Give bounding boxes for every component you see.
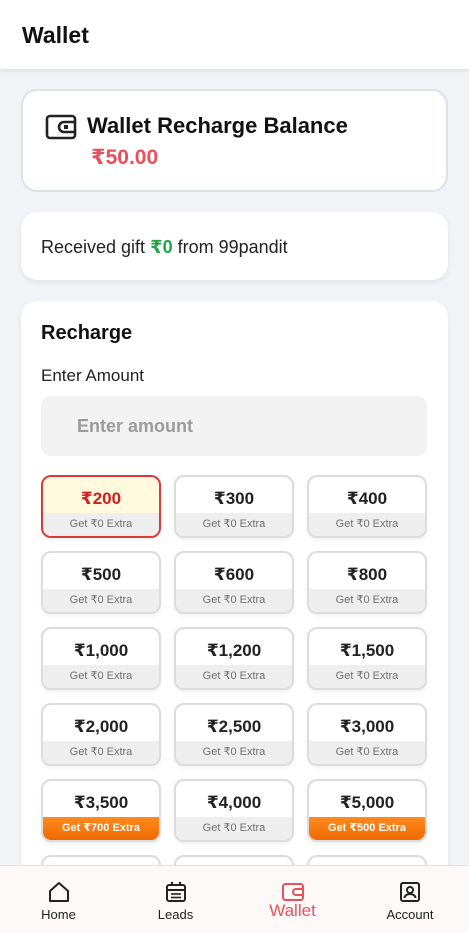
recharge-option-amount: ₹2,000 <box>73 717 129 736</box>
recharge-title: Recharge <box>41 322 133 344</box>
recharge-option-amount: ₹3,000 <box>339 717 395 736</box>
nav-home-label: Home <box>41 907 76 922</box>
recharge-option-extra: Get ₹0 Extra <box>309 589 425 612</box>
recharge-option-amount: ₹3,500 <box>73 793 129 812</box>
recharge-option[interactable]: ₹3,500 Get ₹700 Extra <box>41 779 161 842</box>
recharge-option-extra: Get ₹0 Extra <box>309 665 425 688</box>
recharge-option-amount: ₹600 <box>213 565 255 584</box>
calendar-icon <box>165 882 186 902</box>
recharge-option[interactable]: ₹4,000 Get ₹0 Extra <box>174 779 294 842</box>
recharge-options-grid: ₹200 Get ₹0 Extra ₹300 Get ₹0 Extra ₹400 Ge… <box>41 475 427 918</box>
account-icon <box>400 882 420 902</box>
gift-prefix: Received gift <box>41 237 151 257</box>
recharge-option-amount: ₹500 <box>80 565 122 584</box>
recharge-option[interactable]: ₹1,500 Get ₹0 Extra <box>307 627 427 690</box>
recharge-option-extra: Get ₹0 Extra <box>176 741 292 764</box>
recharge-option-extra: Get ₹0 Extra <box>309 741 425 764</box>
wallet-balance-card: Wallet Recharge Balance ₹50.00 <box>21 89 448 192</box>
gift-value: ₹0 <box>150 237 173 257</box>
recharge-option-extra: Get ₹500 Extra <box>309 817 425 840</box>
recharge-option-amount: ₹1,200 <box>206 641 262 660</box>
recharge-option-amount: ₹1,000 <box>73 641 129 660</box>
amount-input[interactable] <box>41 396 427 456</box>
nav-wallet[interactable]: Wallet <box>234 866 351 933</box>
nav-home[interactable]: Home <box>0 866 117 933</box>
nav-wallet-label: Wallet <box>269 901 316 920</box>
balance-title: Wallet Recharge Balance <box>87 113 348 138</box>
recharge-option[interactable]: ₹800 Get ₹0 Extra <box>307 551 427 614</box>
recharge-option-amount: ₹4,000 <box>206 793 262 812</box>
recharge-option-extra: Get ₹700 Extra <box>43 817 159 840</box>
page-title: Wallet <box>22 22 89 48</box>
recharge-option-amount: ₹5,000 <box>339 793 395 812</box>
app-header: Wallet <box>0 0 469 70</box>
recharge-option[interactable]: ₹1,000 Get ₹0 Extra <box>41 627 161 690</box>
recharge-option[interactable]: ₹5,000 Get ₹500 Extra <box>307 779 427 842</box>
home-icon <box>48 882 69 902</box>
recharge-option-amount: ₹1,500 <box>339 641 395 660</box>
recharge-option-amount: ₹2,500 <box>206 717 262 736</box>
nav-account-label: Account <box>386 907 434 922</box>
recharge-option-amount: ₹200 <box>80 489 122 508</box>
recharge-option-extra: Get ₹0 Extra <box>309 513 425 536</box>
recharge-option[interactable]: ₹1,200 Get ₹0 Extra <box>174 627 294 690</box>
recharge-option[interactable]: ₹400 Get ₹0 Extra <box>307 475 427 538</box>
gift-text: Received gift ₹0 from 99pandit <box>41 237 288 258</box>
recharge-option-amount: ₹400 <box>346 489 388 508</box>
recharge-option-extra: Get ₹0 Extra <box>176 817 292 840</box>
recharge-option[interactable]: ₹300 Get ₹0 Extra <box>174 475 294 538</box>
wallet-icon <box>45 114 77 140</box>
recharge-option-extra: Get ₹0 Extra <box>43 665 159 688</box>
bottom-nav: Home Leads Wallet Account <box>0 865 469 933</box>
recharge-option[interactable]: ₹3,000 Get ₹0 Extra <box>307 703 427 766</box>
recharge-option-amount: ₹800 <box>346 565 388 584</box>
gift-suffix: from 99pandit <box>172 237 288 257</box>
amount-label: Enter Amount <box>41 366 145 385</box>
gift-card: Received gift ₹0 from 99pandit <box>21 212 448 280</box>
recharge-option-extra: Get ₹0 Extra <box>43 589 159 612</box>
recharge-option[interactable]: ₹600 Get ₹0 Extra <box>174 551 294 614</box>
recharge-option-extra: Get ₹0 Extra <box>176 665 292 688</box>
recharge-option-extra: Get ₹0 Extra <box>43 741 159 764</box>
nav-leads[interactable]: Leads <box>117 866 234 933</box>
recharge-option[interactable]: ₹500 Get ₹0 Extra <box>41 551 161 614</box>
recharge-option[interactable]: ₹200 Get ₹0 Extra <box>41 475 161 538</box>
recharge-option-extra: Get ₹0 Extra <box>176 589 292 612</box>
recharge-option-extra: Get ₹0 Extra <box>43 513 159 536</box>
balance-amount: ₹50.00 <box>91 146 159 169</box>
nav-leads-label: Leads <box>157 907 194 922</box>
recharge-option[interactable]: ₹2,500 Get ₹0 Extra <box>174 703 294 766</box>
recharge-option-extra: Get ₹0 Extra <box>176 513 292 536</box>
recharge-card: Recharge Enter Amount ₹200 Get ₹0 Extra ₹… <box>21 301 448 933</box>
nav-account[interactable]: Account <box>351 866 469 933</box>
recharge-option-amount: ₹300 <box>213 489 255 508</box>
recharge-option[interactable]: ₹2,000 Get ₹0 Extra <box>41 703 161 766</box>
